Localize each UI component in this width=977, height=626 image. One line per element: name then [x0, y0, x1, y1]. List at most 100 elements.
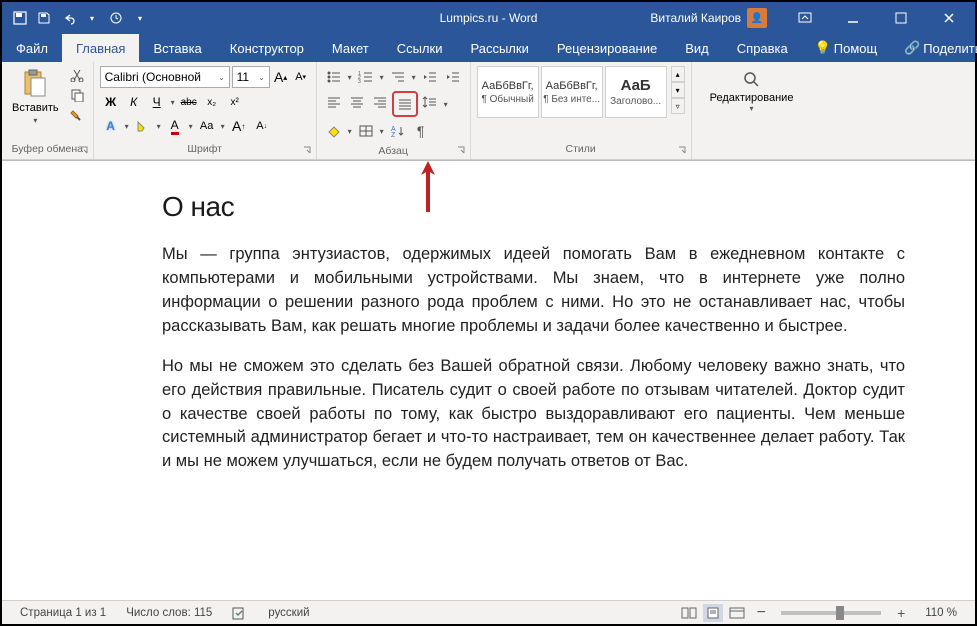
view-print-icon[interactable]	[703, 604, 723, 622]
underline-button[interactable]: Ч	[146, 91, 168, 113]
bullets-dropdown[interactable]: ▾	[346, 66, 354, 88]
styles-launcher-icon[interactable]	[677, 145, 687, 155]
copy-button[interactable]	[67, 86, 87, 104]
redo-icon[interactable]	[106, 8, 126, 28]
show-marks-button[interactable]: ¶	[410, 120, 432, 142]
borders-button[interactable]	[355, 120, 377, 142]
highlight-dropdown[interactable]: ▾	[155, 115, 163, 137]
paragraph-launcher-icon[interactable]	[456, 145, 466, 155]
tab-layout[interactable]: Макет	[318, 34, 383, 62]
maximize-icon[interactable]	[879, 2, 923, 34]
document-heading[interactable]: О нас	[162, 191, 905, 223]
zoom-slider[interactable]	[781, 611, 881, 615]
shading-button[interactable]	[323, 120, 345, 142]
sort-button[interactable]: AZ	[387, 120, 409, 142]
view-web-icon[interactable]	[727, 604, 747, 622]
font-launcher-icon[interactable]	[302, 145, 312, 155]
zoom-out-button[interactable]: −	[751, 604, 771, 622]
undo-dropdown[interactable]: ▾	[82, 8, 102, 28]
strikethrough-button[interactable]: abc	[178, 91, 200, 113]
styles-up-icon[interactable]: ▴	[671, 66, 685, 82]
minimize-icon[interactable]	[831, 2, 875, 34]
font-size-input[interactable]: 11⌄	[232, 66, 270, 88]
document-paragraph[interactable]: Но мы не сможем это сделать без Вашей об…	[162, 355, 905, 475]
tab-references[interactable]: Ссылки	[383, 34, 457, 62]
style-sample: АаБ	[621, 77, 651, 94]
tab-review[interactable]: Рецензирование	[543, 34, 671, 62]
align-right-button[interactable]	[369, 91, 391, 113]
grow-font-button[interactable]: A▴	[272, 66, 290, 88]
style-normal[interactable]: АаБбВвГг,¶ Обычный	[477, 66, 539, 118]
text-effects-dropdown[interactable]: ▾	[123, 115, 131, 137]
zoom-in-button[interactable]: +	[891, 604, 911, 622]
tab-help[interactable]: Справка	[723, 34, 802, 62]
editing-button[interactable]: Редактирование ▾	[698, 66, 806, 117]
subscript-button[interactable]: x₂	[201, 91, 223, 113]
style-nospacing[interactable]: АаБбВвГг,¶ Без инте...	[541, 66, 603, 118]
tab-tellme[interactable]: 💡Помощ	[802, 34, 891, 62]
copy-icon	[70, 88, 84, 102]
font-name-input[interactable]: Calibri (Основной⌄	[100, 66, 230, 88]
tab-mailings[interactable]: Рассылки	[456, 34, 542, 62]
view-read-icon[interactable]	[679, 604, 699, 622]
sort-icon: AZ	[390, 124, 406, 138]
numbering-dropdown[interactable]: ▾	[378, 66, 386, 88]
autosave-icon[interactable]	[10, 8, 30, 28]
justify-icon	[397, 97, 413, 111]
paste-button[interactable]: Вставить ▾	[8, 66, 63, 127]
cut-button[interactable]	[67, 66, 87, 84]
undo-icon[interactable]	[58, 8, 78, 28]
numbering-button[interactable]: 123	[355, 66, 377, 88]
highlight-button[interactable]	[132, 115, 154, 137]
status-page[interactable]: Страница 1 из 1	[10, 607, 116, 619]
status-language[interactable]: русский	[258, 607, 319, 619]
superscript-button[interactable]: x²	[224, 91, 246, 113]
zoom-thumb[interactable]	[836, 606, 844, 620]
status-words[interactable]: Число слов: 115	[116, 607, 222, 619]
decrease-indent-button[interactable]	[419, 66, 441, 88]
zoom-level[interactable]: 110 %	[915, 607, 967, 619]
shrink-font-button[interactable]: A▾	[292, 66, 310, 88]
tab-home[interactable]: Главная	[62, 34, 139, 62]
format-painter-button[interactable]	[67, 106, 87, 124]
font-color-button[interactable]: A	[164, 115, 186, 137]
underline-dropdown[interactable]: ▾	[169, 91, 177, 113]
numbering-icon: 123	[358, 70, 374, 84]
font-color-dropdown[interactable]: ▾	[187, 115, 195, 137]
text-effects-button[interactable]: A	[100, 115, 122, 137]
styles-down-icon[interactable]: ▾	[671, 82, 685, 98]
change-case-button[interactable]: Aa	[196, 115, 218, 137]
save-icon[interactable]	[34, 8, 54, 28]
clipboard-launcher-icon[interactable]	[79, 145, 89, 155]
align-center-button[interactable]	[346, 91, 368, 113]
qat-customize[interactable]: ▾	[130, 8, 150, 28]
clear-format-grow[interactable]: A↑	[228, 115, 250, 137]
spacing-dropdown[interactable]: ▾	[442, 91, 450, 117]
clear-format-shrink[interactable]: A↓	[251, 115, 273, 137]
shading-dropdown[interactable]: ▾	[346, 120, 354, 142]
case-dropdown[interactable]: ▾	[219, 115, 227, 137]
group-styles: АаБбВвГг,¶ Обычный АаБбВвГг,¶ Без инте..…	[471, 62, 692, 159]
increase-indent-button[interactable]	[442, 66, 464, 88]
borders-dropdown[interactable]: ▾	[378, 120, 386, 142]
tab-share[interactable]: 🔗Поделиться	[891, 34, 977, 62]
user-account[interactable]: Виталий Каиров 👤	[650, 8, 767, 28]
justify-button[interactable]	[392, 91, 418, 117]
tab-insert[interactable]: Вставка	[139, 34, 215, 62]
italic-button[interactable]: К	[123, 91, 145, 113]
tab-file[interactable]: Файл	[2, 34, 62, 62]
multilevel-button[interactable]	[387, 66, 409, 88]
align-left-button[interactable]	[323, 91, 345, 113]
status-proofing-icon[interactable]	[222, 606, 258, 620]
bold-button[interactable]: Ж	[100, 91, 122, 113]
close-icon[interactable]	[927, 2, 971, 34]
tab-view[interactable]: Вид	[671, 34, 723, 62]
tab-design[interactable]: Конструктор	[216, 34, 318, 62]
styles-more-icon[interactable]: ▿	[671, 98, 685, 114]
ribbon-display-icon[interactable]	[783, 2, 827, 34]
style-heading[interactable]: АаБЗаголово...	[605, 66, 667, 118]
multilevel-dropdown[interactable]: ▾	[410, 66, 418, 88]
bullets-button[interactable]	[323, 66, 345, 88]
line-spacing-button[interactable]	[419, 91, 441, 113]
document-paragraph[interactable]: Мы — группа энтузиастов, одержимых идеей…	[162, 243, 905, 339]
